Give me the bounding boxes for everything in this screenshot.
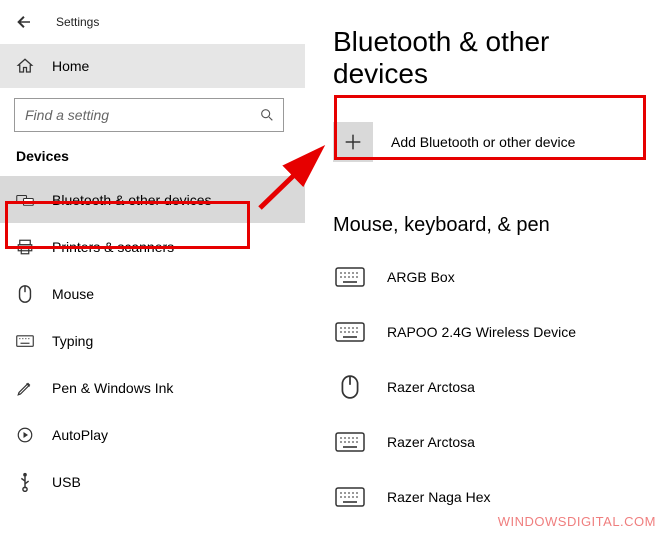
sidebar-home[interactable]: Home xyxy=(0,44,305,88)
titlebar-title: Settings xyxy=(56,15,99,29)
device-list: ARGB Box RAPOO 2.4G Wireless Device Razer … xyxy=(333,249,646,524)
plus-icon xyxy=(333,122,373,162)
sidebar-item-usb[interactable]: USB xyxy=(0,458,305,505)
watermark: WINDOWSDIGITAL.COM xyxy=(498,514,656,529)
device-label: RAPOO 2.4G Wireless Device xyxy=(387,324,576,340)
titlebar: Settings xyxy=(0,0,305,44)
device-row[interactable]: ARGB Box xyxy=(333,249,646,304)
pen-icon xyxy=(16,379,34,397)
device-label: Razer Arctosa xyxy=(387,434,475,450)
printer-icon xyxy=(16,238,34,256)
mouse-icon xyxy=(16,285,34,303)
device-row[interactable]: RAPOO 2.4G Wireless Device xyxy=(333,304,646,359)
sidebar: Settings Home Devices Bluetooth & other … xyxy=(0,0,305,535)
sidebar-item-label: Printers & scanners xyxy=(52,239,174,255)
page-title: Bluetooth & other devices xyxy=(333,26,646,90)
back-button[interactable] xyxy=(14,12,34,32)
device-row[interactable]: Razer Arctosa xyxy=(333,359,646,414)
autoplay-icon xyxy=(16,426,34,444)
sidebar-item-autoplay[interactable]: AutoPlay xyxy=(0,411,305,458)
device-row[interactable]: Razer Arctosa xyxy=(333,414,646,469)
device-label: ARGB Box xyxy=(387,269,455,285)
sidebar-item-pen[interactable]: Pen & Windows Ink xyxy=(0,364,305,411)
mouse-icon xyxy=(335,376,365,398)
sidebar-item-label: Bluetooth & other devices xyxy=(52,192,212,208)
sidebar-item-mouse[interactable]: Mouse xyxy=(0,270,305,317)
sidebar-item-label: AutoPlay xyxy=(52,427,108,443)
search-input[interactable] xyxy=(25,107,259,123)
search-box[interactable] xyxy=(14,98,284,132)
back-arrow-icon xyxy=(15,13,33,31)
sidebar-item-label: USB xyxy=(52,474,81,490)
settings-window: Settings Home Devices Bluetooth & other … xyxy=(0,0,670,535)
sidebar-item-bluetooth[interactable]: Bluetooth & other devices xyxy=(0,176,305,223)
keyboard-icon xyxy=(16,332,34,350)
device-label: Razer Arctosa xyxy=(387,379,475,395)
add-device-label: Add Bluetooth or other device xyxy=(391,134,575,150)
sidebar-item-typing[interactable]: Typing xyxy=(0,317,305,364)
keyboard-icon xyxy=(335,431,365,453)
device-label: Razer Naga Hex xyxy=(387,489,491,505)
sidebar-item-printers[interactable]: Printers & scanners xyxy=(0,223,305,270)
search-icon xyxy=(259,107,275,123)
usb-icon xyxy=(16,473,34,491)
sidebar-item-label: Pen & Windows Ink xyxy=(52,380,173,396)
add-device-button[interactable]: Add Bluetooth or other device xyxy=(333,112,646,172)
device-group-title: Mouse, keyboard, & pen xyxy=(333,214,646,237)
home-icon xyxy=(16,57,34,75)
keyboard-icon xyxy=(335,486,365,508)
keyboard-icon xyxy=(335,266,365,288)
sidebar-item-label: Mouse xyxy=(52,286,94,302)
section-label: Devices xyxy=(0,142,305,176)
keyboard-icon xyxy=(335,321,365,343)
bluetooth-devices-icon xyxy=(16,191,34,209)
sidebar-item-label: Typing xyxy=(52,333,93,349)
sidebar-home-label: Home xyxy=(52,58,89,74)
search-wrap xyxy=(0,88,305,142)
main-panel: Bluetooth & other devices Add Bluetooth … xyxy=(305,0,670,535)
